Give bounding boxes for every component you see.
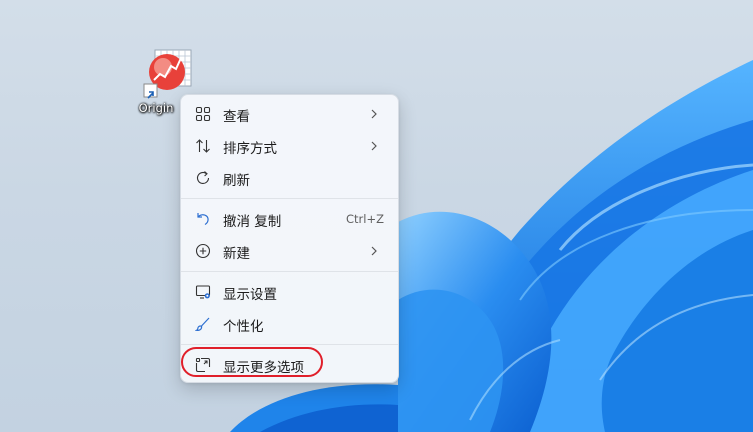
menu-item-refresh[interactable]: 刷新 (185, 163, 394, 193)
highlight-annotation (181, 347, 323, 377)
chevron-right-icon (368, 108, 380, 120)
brush-icon (195, 316, 211, 332)
chevron-right-icon (368, 140, 380, 152)
menu-separator (181, 344, 398, 345)
menu-item-view[interactable]: 查看 (185, 99, 394, 129)
add-circle-icon (195, 243, 211, 259)
menu-item-display-settings[interactable]: 显示设置 (185, 277, 394, 307)
shortcut-arrow-icon (145, 85, 156, 99)
menu-item-personalize[interactable]: 个性化 (185, 309, 394, 339)
sort-arrows-icon (195, 138, 211, 154)
chevron-right-icon (368, 245, 380, 257)
menu-item-undo-copy[interactable]: 撤消 复制 Ctrl+Z (185, 204, 394, 234)
grid-view-icon (195, 106, 211, 122)
menu-item-sort[interactable]: 排序方式 (185, 131, 394, 161)
menu-item-new[interactable]: 新建 (185, 236, 394, 266)
menu-separator (181, 271, 398, 272)
display-settings-icon (195, 284, 211, 300)
menu-item-label: 显示设置 (223, 287, 277, 303)
menu-item-label: 排序方式 (223, 141, 277, 157)
menu-item-label: 新建 (223, 246, 250, 262)
menu-item-label: 刷新 (223, 173, 250, 189)
menu-item-shortcut: Ctrl+Z (346, 212, 384, 226)
menu-separator (181, 198, 398, 199)
menu-item-label: 个性化 (223, 319, 264, 335)
desktop-icon-label: Origin (138, 101, 174, 115)
context-menu: 查看 排序方式 刷新 撤消 复制 Ctrl+Z 新建 显示设置 个性化 显示更多… (180, 94, 399, 383)
refresh-icon (195, 170, 211, 186)
menu-item-label: 查看 (223, 109, 250, 125)
menu-item-label: 撤消 复制 (223, 214, 282, 230)
undo-icon (195, 211, 211, 227)
